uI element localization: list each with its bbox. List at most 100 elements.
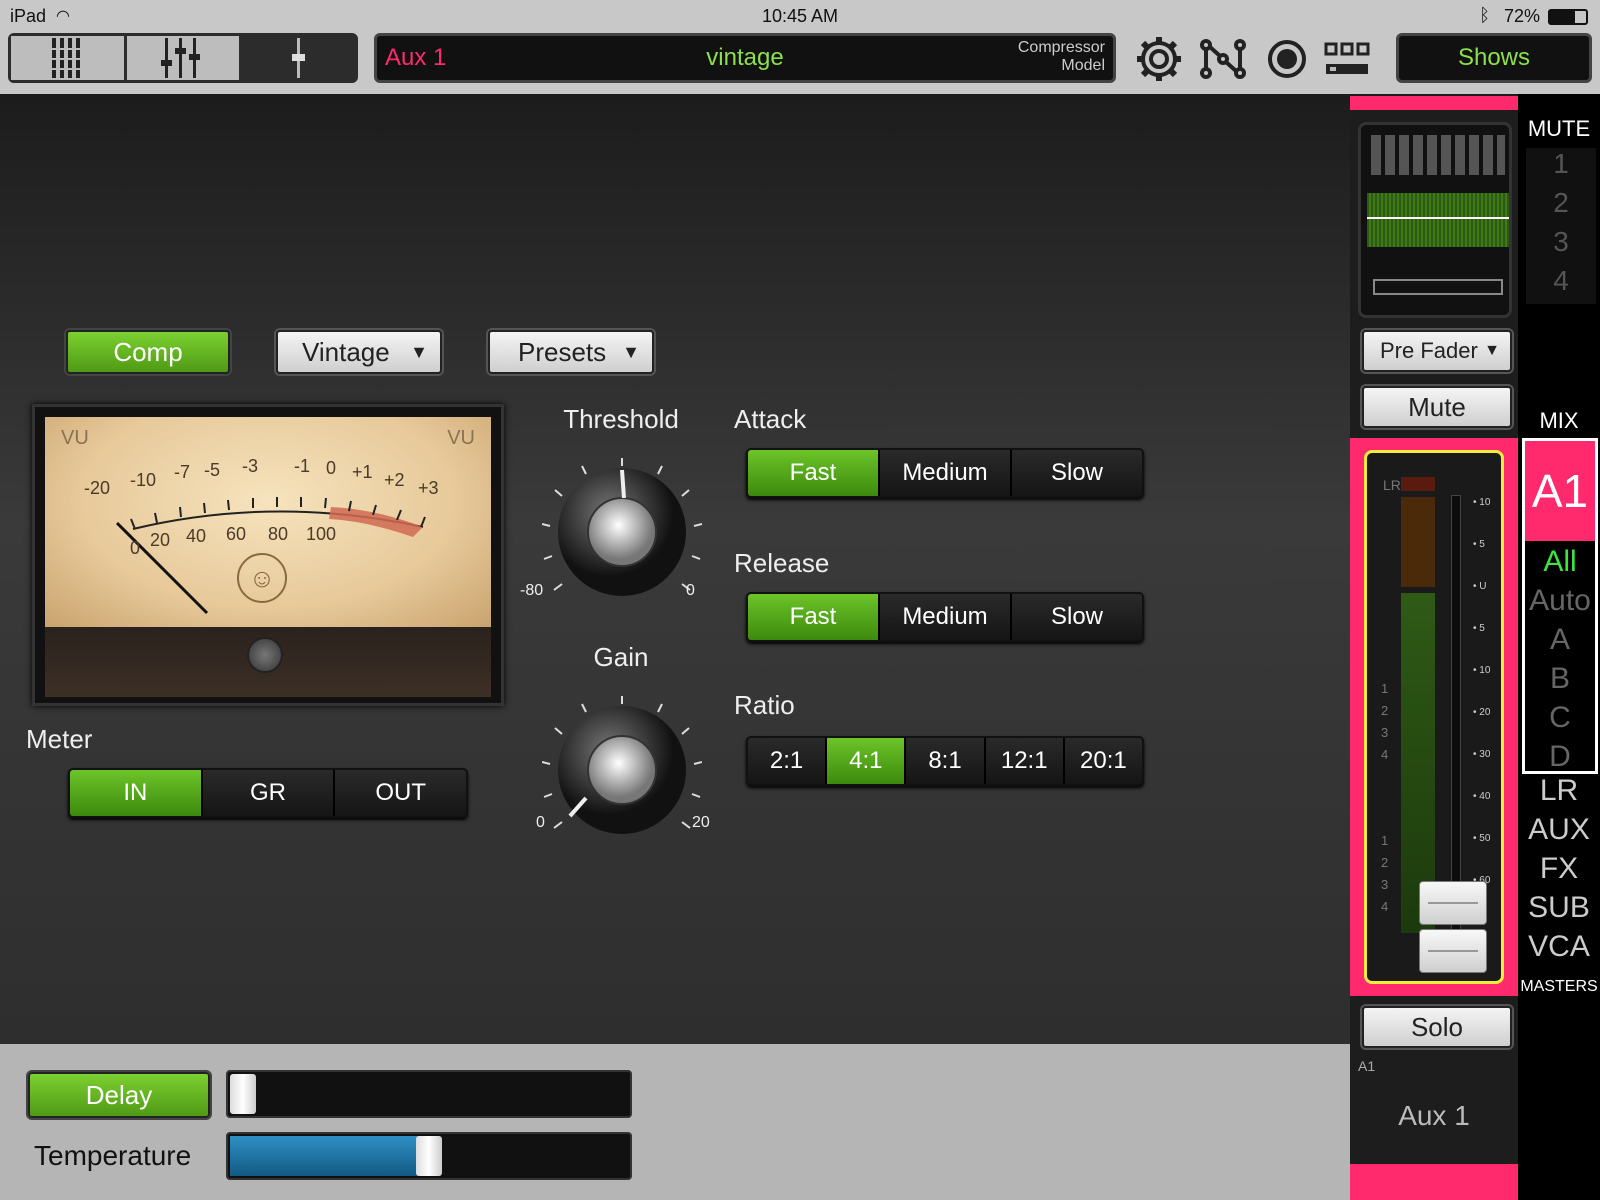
temperature-slider-thumb[interactable] [416,1136,442,1176]
model-select[interactable]: Vintage ▼ [276,330,442,374]
mix-item[interactable]: B [1525,662,1595,701]
mix-current[interactable]: A1 [1525,441,1595,541]
delay-slider-thumb[interactable] [230,1074,256,1114]
dynamics-preview [1373,279,1503,295]
ratio-option[interactable]: 4:1 [827,738,907,784]
release-option[interactable]: Medium [880,594,1012,640]
fader-cap-secondary[interactable] [1419,929,1487,973]
attack-label: Attack [734,404,807,434]
temperature-slider-fill [230,1136,431,1176]
channel-name-label[interactable]: Aux 1 [1350,1100,1518,1132]
gain-min: 0 [536,814,545,831]
attack-option[interactable]: Fast [748,450,880,496]
vu-zero-adjust-screw [247,637,283,673]
temperature-label: Temperature [34,1140,192,1171]
chevron-down-icon: ▼ [1484,342,1500,359]
attack-option[interactable]: Medium [880,450,1012,496]
vu-scale-label: -10 [130,470,157,490]
solo-button[interactable]: Solo [1362,1006,1512,1048]
strip-side-number: 2 [1381,855,1389,870]
model-label: Compressor Model [1017,39,1105,74]
channel-mute-button[interactable]: Mute [1362,386,1512,428]
fader-scale: • 10• 5• U• 5• 10• 20• 30• 40• 50• 60• ∞ [1473,497,1503,937]
strip-side-number: 2 [1381,703,1389,718]
ratio-option[interactable]: 8:1 [906,738,986,784]
fader-scale-mark: • 40 [1473,791,1491,802]
battery-icon [1548,9,1588,25]
delay-button[interactable]: Delay [28,1072,210,1118]
temperature-slider[interactable] [226,1132,632,1180]
scenes-grid-icon [1324,42,1370,74]
vu-scale-label: 0 [326,458,337,478]
eq-preview [1367,193,1509,247]
meter-source-option[interactable]: IN [70,770,203,816]
mix-item[interactable]: Auto [1525,584,1595,623]
scenes-button[interactable] [1322,34,1372,84]
channel-color-bar-top [1350,96,1518,110]
threshold-max: 0 [686,582,695,599]
channel-overview[interactable] [1358,122,1512,318]
ratio-option[interactable]: 20:1 [1064,738,1142,784]
vu-scale-label: +3 [418,478,439,498]
master-item[interactable]: VCA [1518,930,1600,969]
vu-meter: VU VU ☺ [32,404,504,706]
mixer-overview-button[interactable] [11,36,124,80]
master-item[interactable]: FX [1518,852,1600,891]
fader-scale-mark: • 5 [1473,539,1485,550]
attack-selector[interactable]: Fast Medium Slow [746,448,1144,498]
mix-selector: A1 All Auto A B C D [1522,438,1598,774]
routing-icon [1200,39,1246,79]
threshold-knob[interactable] [541,456,703,616]
send-point-select[interactable]: Pre Fader ▼ [1362,330,1512,372]
vu-scale-label: -5 [204,460,221,480]
master-item[interactable]: SUB [1518,891,1600,930]
clip-indicator [1401,477,1435,491]
ratio-option[interactable]: 2:1 [748,738,828,784]
side-numbers-a: 1 2 3 4 [1381,681,1395,769]
channel-tag: A1 [1358,1058,1376,1074]
fader-cap[interactable] [1419,881,1487,925]
record-button[interactable] [1262,34,1312,84]
model-select-value: Vintage [302,337,390,367]
mute-groups-title: MUTE [1527,116,1591,141]
master-item[interactable]: LR [1518,774,1600,813]
fader-bank-button[interactable] [126,36,240,80]
ratio-option[interactable]: 12:1 [985,738,1065,784]
send-point-value: Pre Fader [1380,338,1478,363]
gain-knob[interactable] [541,694,703,854]
presets-select[interactable]: Presets ▼ [488,330,654,374]
mix-item[interactable]: All [1525,545,1595,584]
meter-source-option[interactable]: GR [202,770,336,816]
mix-items: All Auto A B C D [1525,545,1595,779]
comp-enable-button[interactable]: Comp [66,330,230,374]
clock: 10:45 AM [761,6,839,26]
mute-group-button[interactable]: 3 [1526,226,1596,265]
meter-source-option[interactable]: OUT [335,770,466,816]
mix-item[interactable]: A [1525,623,1595,662]
master-item[interactable]: AUX [1518,813,1600,852]
routing-button[interactable] [1198,34,1248,84]
ratio-label: Ratio [734,690,795,720]
release-option[interactable]: Slow [1012,594,1142,640]
mute-group-button[interactable]: 2 [1526,187,1596,226]
delay-slider[interactable] [226,1070,632,1118]
single-channel-button[interactable] [242,36,356,80]
meter-lr-label: LR [1383,477,1401,493]
mute-group-button[interactable]: 1 [1526,148,1596,187]
record-icon [1268,40,1306,78]
release-selector[interactable]: Fast Medium Slow [746,592,1144,642]
mix-item[interactable]: C [1525,701,1595,740]
mute-group-button[interactable]: 4 [1526,265,1596,304]
vu-scale-label: -1 [294,456,311,476]
ratio-selector[interactable]: 2:1 4:1 8:1 12:1 20:1 [746,736,1144,786]
meter-source-selector[interactable]: IN GR OUT [68,768,468,818]
release-option[interactable]: Fast [748,594,880,640]
shows-button[interactable]: Shows [1396,33,1592,83]
settings-button[interactable] [1134,34,1184,84]
attack-option[interactable]: Slow [1012,450,1142,496]
strip-side-number: 1 [1381,681,1389,696]
threshold-label: Threshold [563,404,679,434]
vu-scale-label: +1 [352,462,373,482]
fader-bank-icon [161,38,200,78]
channel-name-bar[interactable]: Aux 1 vintage Compressor Model [374,33,1116,83]
